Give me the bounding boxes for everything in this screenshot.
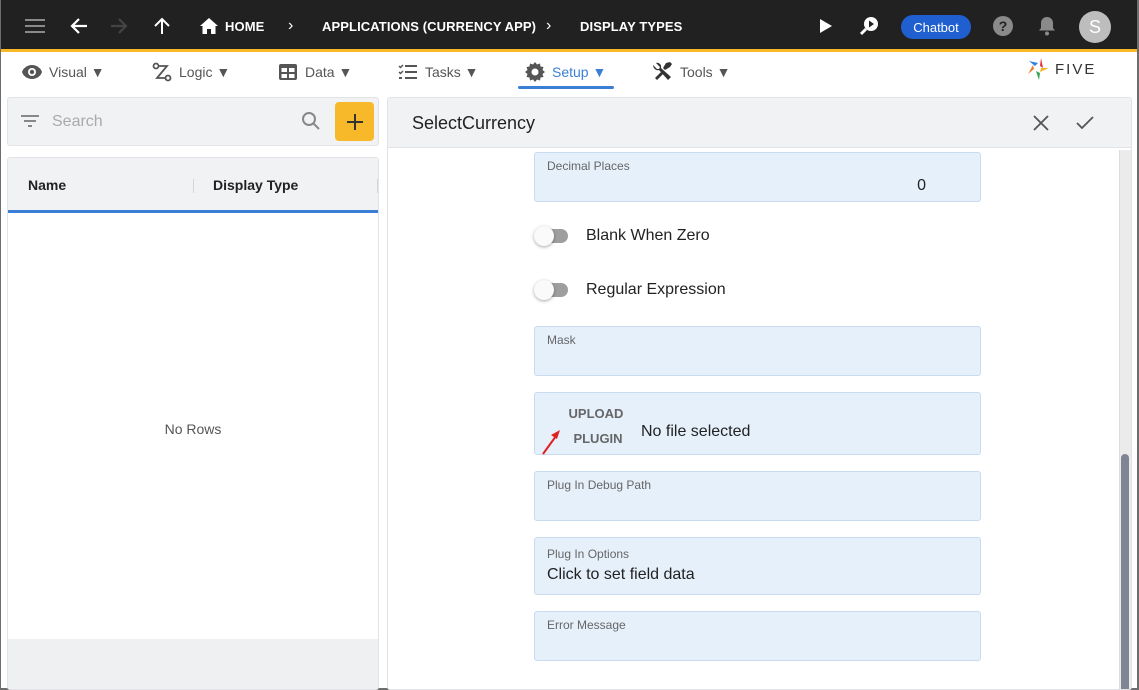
regular-expression-toggle-row[interactable]: Regular Expression — [534, 278, 726, 302]
plugin-options-field[interactable]: Plug In Options Click to set field data — [534, 537, 981, 595]
form-panel: SelectCurrency Decimal Places 0 Blank Wh… — [387, 97, 1132, 690]
menu-tools[interactable]: Tools ▼ — [652, 61, 730, 83]
tools-icon — [652, 61, 674, 83]
error-message-label: Error Message — [547, 618, 626, 632]
add-record-button[interactable] — [335, 102, 374, 141]
menu-tasks-label: Tasks ▼ — [425, 64, 479, 80]
logo-text: FIVE — [1055, 60, 1097, 78]
blank-when-zero-label: Blank When Zero — [586, 227, 710, 244]
menu-tools-label: Tools ▼ — [680, 64, 731, 80]
menu-setup[interactable]: Setup ▼ — [524, 61, 606, 83]
mask-field[interactable]: Mask — [534, 326, 981, 376]
menu-visual-label: Visual ▼ — [49, 64, 105, 80]
upload-plugin-button-line2: PLUGIN — [573, 431, 623, 446]
logic-flow-icon — [151, 61, 173, 83]
hamburger-menu-icon[interactable] — [23, 14, 47, 38]
form-title: SelectCurrency — [412, 113, 536, 133]
eye-icon — [21, 61, 43, 83]
records-grid: Name Display Type No Rows — [7, 157, 379, 690]
search-input[interactable] — [52, 110, 292, 134]
regular-expression-label: Regular Expression — [586, 281, 726, 298]
five-logo-icon — [1028, 58, 1049, 80]
five-logo: FIVE — [1027, 57, 1096, 81]
gear-icon — [524, 61, 546, 83]
upload-status-text: No file selected — [641, 423, 751, 440]
preview-search-icon[interactable] — [857, 14, 881, 38]
upload-plugin-button-line1: UPLOAD — [568, 406, 624, 421]
decimal-places-field[interactable]: Decimal Places 0 — [534, 152, 981, 202]
regular-expression-toggle[interactable] — [534, 280, 570, 300]
upload-plugin-field: UPLOAD PLUGIN No file selected — [534, 392, 981, 455]
plugin-options-value: Click to set field data — [547, 566, 695, 583]
forward-arrow-icon[interactable] — [107, 14, 131, 38]
column-divider[interactable] — [377, 179, 378, 193]
close-icon[interactable] — [1029, 111, 1053, 135]
form-header: SelectCurrency — [388, 98, 1131, 148]
help-icon[interactable]: ? — [991, 14, 1015, 38]
blank-when-zero-toggle[interactable] — [534, 226, 570, 246]
home-icon[interactable] — [197, 14, 221, 38]
breadcrumb-display-types[interactable]: DISPLAY TYPES — [580, 19, 682, 34]
search-bar — [7, 97, 379, 146]
play-icon[interactable] — [814, 14, 838, 38]
decimal-places-value: 0 — [917, 177, 926, 194]
upload-plugin-button[interactable]: UPLOAD PLUGIN — [563, 401, 629, 451]
annotation-arrow-icon — [542, 430, 560, 455]
mask-label: Mask — [547, 333, 576, 347]
blank-when-zero-toggle-row[interactable]: Blank When Zero — [534, 224, 710, 248]
empty-state-text: No Rows — [164, 421, 222, 437]
plugin-debug-path-label: Plug In Debug Path — [547, 478, 652, 492]
chevron-right-icon: › — [546, 17, 552, 34]
table-icon — [277, 61, 299, 83]
menu-data[interactable]: Data ▼ — [277, 61, 352, 83]
grid-footer — [8, 639, 378, 689]
column-header-name[interactable]: Name — [28, 177, 66, 193]
column-header-display-type[interactable]: Display Type — [213, 177, 298, 193]
breadcrumb-home[interactable]: HOME — [225, 19, 264, 34]
active-menu-indicator — [518, 86, 614, 89]
plugin-debug-path-field[interactable]: Plug In Debug Path — [534, 471, 981, 521]
chevron-right-icon: › — [288, 17, 294, 34]
user-avatar[interactable]: S — [1079, 11, 1111, 43]
checklist-icon — [397, 61, 419, 83]
column-divider[interactable] — [193, 179, 194, 193]
top-bar: HOME › APPLICATIONS (CURRENCY APP) › DIS… — [1, 0, 1137, 52]
form-scrollbar-thumb[interactable] — [1121, 454, 1129, 689]
menu-logic-label: Logic ▼ — [179, 64, 231, 80]
menu-bar: Visual ▼ Logic ▼ Data ▼ Tasks ▼ Setup ▼ … — [1, 52, 1137, 92]
menu-visual[interactable]: Visual ▼ — [21, 61, 105, 83]
decimal-places-label: Decimal Places — [547, 159, 630, 173]
filter-icon[interactable] — [20, 112, 40, 135]
back-arrow-icon[interactable] — [67, 14, 91, 38]
menu-logic[interactable]: Logic ▼ — [151, 61, 230, 83]
menu-data-label: Data ▼ — [305, 64, 353, 80]
svg-text:?: ? — [999, 18, 1008, 34]
up-arrow-icon[interactable] — [150, 14, 174, 38]
notification-bell-icon[interactable] — [1035, 14, 1059, 38]
save-check-icon[interactable] — [1073, 111, 1097, 135]
menu-setup-label: Setup ▼ — [552, 64, 607, 80]
grid-header: Name Display Type — [8, 158, 378, 213]
chatbot-button[interactable]: Chatbot — [901, 15, 971, 39]
menu-tasks[interactable]: Tasks ▼ — [397, 61, 479, 83]
error-message-field[interactable]: Error Message — [534, 611, 981, 661]
search-icon[interactable] — [301, 111, 321, 136]
breadcrumb-applications[interactable]: APPLICATIONS (CURRENCY APP) — [322, 19, 536, 34]
plus-icon — [346, 113, 363, 130]
plugin-options-label: Plug In Options — [547, 547, 630, 561]
